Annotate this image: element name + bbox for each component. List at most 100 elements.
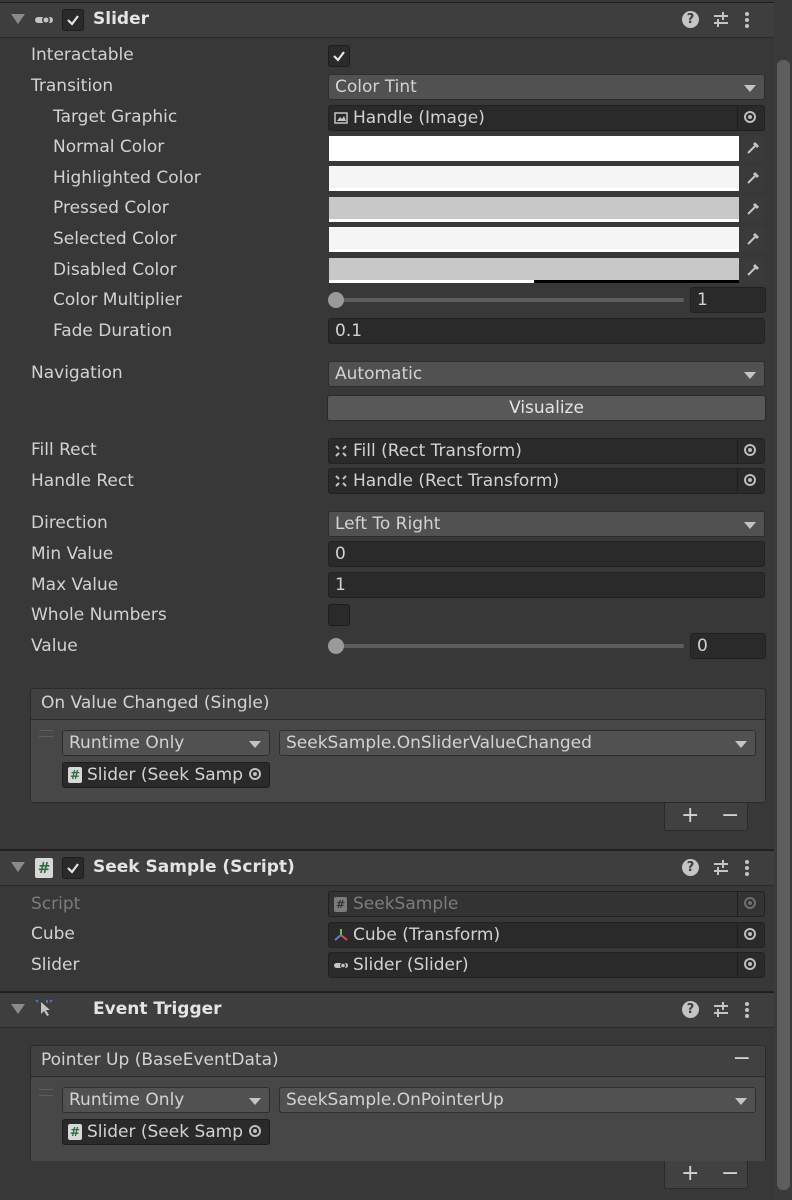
remove-listener-button[interactable]: − [721, 803, 739, 828]
component-title: Slider [93, 9, 149, 29]
chevron-down-icon [744, 372, 756, 379]
foldout-arrow-icon[interactable] [11, 14, 25, 24]
transition-dropdown[interactable]: Color Tint [328, 74, 765, 100]
foldout-arrow-icon[interactable] [11, 1004, 25, 1014]
header-icons: ? [682, 857, 762, 879]
target-graphic-label: Target Graphic [53, 107, 178, 127]
event-target-field[interactable]: # Slider (Seek Samp [62, 1119, 270, 1145]
selected-color-label: Selected Color [53, 229, 177, 249]
min-value-input[interactable]: 0 [328, 541, 765, 567]
help-icon[interactable]: ? [682, 1001, 699, 1018]
function-dropdown[interactable]: SeekSample.OnSliderValueChanged [279, 730, 756, 756]
add-listener-button[interactable]: + [681, 1161, 699, 1186]
value-slider-handle[interactable] [328, 638, 344, 654]
alpha-bar [329, 280, 534, 283]
pressed-color-field[interactable] [329, 197, 739, 222]
kebab-menu-icon[interactable] [744, 11, 750, 29]
eyedropper-button[interactable] [741, 258, 765, 283]
navigation-dropdown[interactable]: Automatic [328, 361, 765, 387]
value-number: 0 [697, 636, 708, 656]
direction-dropdown[interactable]: Left To Right [328, 511, 765, 537]
preset-icon[interactable] [712, 11, 730, 29]
event-target-value: Slider (Seek Samp [87, 1122, 244, 1142]
script-icon: # [68, 1124, 82, 1140]
drag-handle-icon[interactable] [39, 730, 53, 737]
object-picker-icon[interactable] [243, 763, 269, 787]
eyedropper-button[interactable] [741, 166, 765, 191]
navigation-value: Automatic [335, 364, 423, 384]
remove-listener-button[interactable]: − [721, 1161, 739, 1186]
event-list-buttons: + − [664, 1161, 748, 1189]
slider-component-icon [35, 16, 53, 24]
event-header-label: On Value Changed (Single) [41, 693, 270, 713]
event-trigger-component-header[interactable]: Event Trigger ? [0, 992, 774, 1028]
color-multiplier-track[interactable] [336, 298, 684, 302]
add-listener-button[interactable]: + [681, 803, 699, 828]
visualize-button[interactable]: Visualize [327, 395, 766, 421]
fade-duration-value: 0.1 [335, 321, 363, 341]
value-input[interactable]: 0 [690, 633, 766, 659]
foldout-arrow-icon[interactable] [11, 862, 25, 872]
object-picker-icon[interactable] [737, 439, 764, 463]
disabled-color-field[interactable] [329, 258, 739, 283]
target-graphic-field[interactable]: Handle (Image) [328, 105, 765, 131]
max-value-input[interactable]: 1 [328, 572, 765, 598]
whole-numbers-checkbox[interactable] [328, 604, 350, 626]
color-swatch [329, 227, 739, 249]
seek-sample-enabled-checkbox[interactable] [62, 857, 84, 879]
selected-color-field[interactable] [329, 227, 739, 252]
object-picker-icon[interactable] [737, 953, 764, 977]
value-label: Value [31, 636, 78, 656]
cube-field[interactable]: Cube (Transform) [328, 922, 765, 948]
eyedropper-button[interactable] [741, 197, 765, 222]
kebab-menu-icon[interactable] [744, 859, 750, 877]
alpha-bar [329, 249, 739, 252]
chevron-down-icon [735, 1098, 747, 1105]
preset-icon[interactable] [712, 859, 730, 877]
fill-rect-label: Fill Rect [31, 440, 97, 460]
kebab-menu-icon[interactable] [744, 1001, 750, 1019]
normal-color-field[interactable] [329, 136, 739, 161]
seek-sample-component-header[interactable]: # Seek Sample (Script) ? [0, 850, 774, 886]
runtime-dropdown[interactable]: Runtime Only [62, 730, 270, 756]
eyedropper-button[interactable] [741, 227, 765, 252]
interactable-checkbox[interactable] [328, 45, 350, 67]
script-label: Script [31, 894, 81, 914]
help-icon[interactable]: ? [682, 859, 699, 876]
color-swatch [329, 258, 739, 280]
slider-ref-value: Slider (Slider) [353, 955, 469, 975]
slider-enabled-checkbox[interactable] [62, 9, 84, 31]
handle-rect-value: Handle (Rect Transform) [353, 471, 560, 491]
direction-label: Direction [31, 513, 108, 533]
alpha-bar [329, 158, 739, 161]
slider-ref-field[interactable]: Slider (Slider) [328, 952, 765, 978]
fill-rect-field[interactable]: Fill (Rect Transform) [328, 438, 765, 464]
help-icon[interactable]: ? [682, 11, 699, 28]
script-icon: # [35, 858, 53, 878]
slider-component-header[interactable]: Slider ? [0, 2, 774, 38]
interactable-label: Interactable [31, 45, 134, 65]
handle-rect-field[interactable]: Handle (Rect Transform) [328, 468, 765, 494]
remove-event-button[interactable]: − [733, 1046, 751, 1071]
chevron-down-icon [744, 522, 756, 529]
object-picker-icon[interactable] [243, 1120, 269, 1144]
fade-duration-input[interactable]: 0.1 [328, 318, 765, 344]
color-multiplier-input[interactable]: 1 [690, 287, 766, 313]
pressed-color-label: Pressed Color [53, 198, 169, 218]
object-picker-icon[interactable] [737, 923, 764, 947]
value-slider-track[interactable] [336, 644, 684, 648]
function-dropdown[interactable]: SeekSample.OnPointerUp [279, 1087, 756, 1113]
eyedropper-button[interactable] [741, 136, 765, 161]
runtime-dropdown[interactable]: Runtime Only [62, 1087, 270, 1113]
object-picker-icon[interactable] [737, 469, 764, 493]
eyedropper-icon [747, 171, 760, 184]
event-target-field[interactable]: # Slider (Seek Samp [62, 762, 270, 788]
object-picker-icon[interactable] [737, 106, 764, 130]
alpha-bar [329, 188, 739, 191]
preset-icon[interactable] [712, 1001, 730, 1019]
color-multiplier-handle[interactable] [328, 292, 344, 308]
highlighted-color-field[interactable] [329, 166, 739, 191]
scrollbar-thumb[interactable] [777, 60, 790, 1190]
on-value-changed-event: On Value Changed (Single) Runtime Only S… [30, 688, 766, 803]
drag-handle-icon[interactable] [39, 1089, 53, 1096]
